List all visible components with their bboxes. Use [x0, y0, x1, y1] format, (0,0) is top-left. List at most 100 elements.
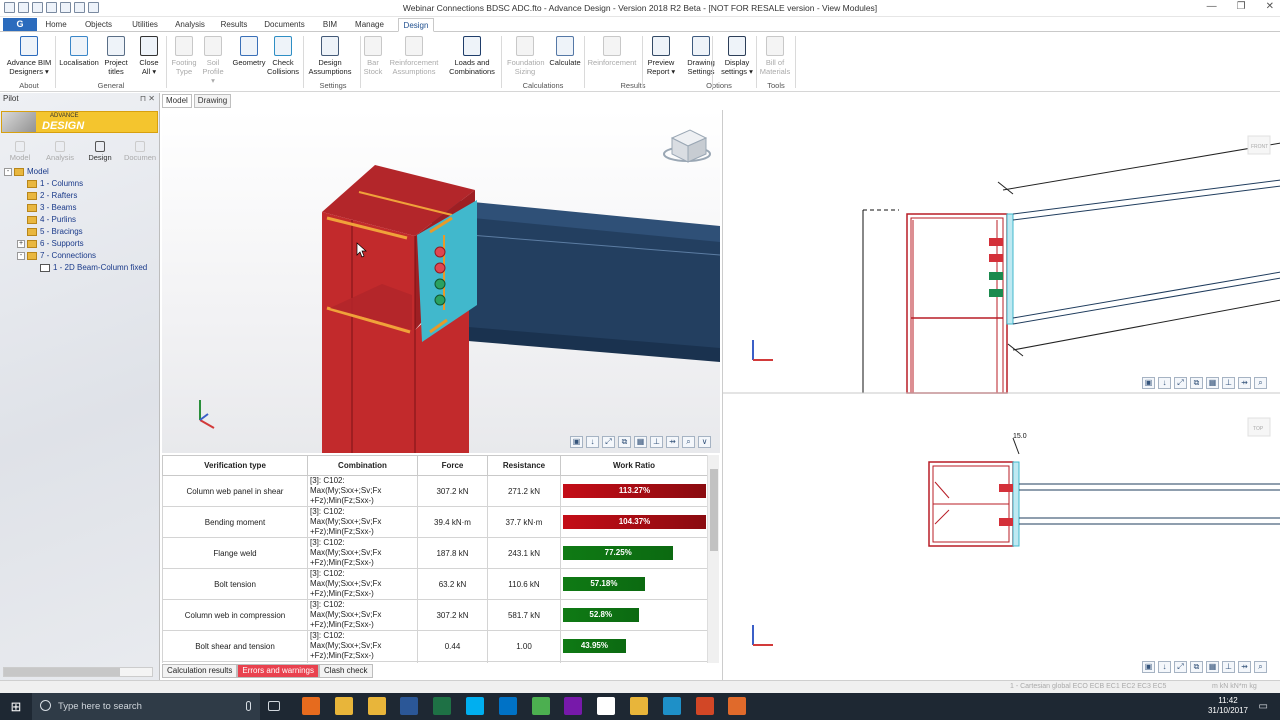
tab-manage[interactable]: Manage	[352, 18, 387, 32]
restore-icon[interactable]: ❐	[1237, 1, 1246, 12]
tab-utilities[interactable]: Utilities	[126, 18, 164, 32]
column-header-resistance[interactable]: Resistance	[487, 455, 561, 476]
tree-item[interactable]: 5 - Bracings	[17, 227, 83, 239]
ribbon-button-soil-profile[interactable]: Soil Profile ▾	[202, 36, 224, 85]
print-icon[interactable]: ▣	[570, 436, 583, 448]
print-icon[interactable]: ▣	[1142, 661, 1155, 673]
onenote-icon[interactable]	[564, 697, 582, 715]
table-row[interactable]: Bolt tension [3]: C102: Max(My;Sxx+;Sv;Fx…	[162, 568, 708, 600]
tree-item[interactable]: 1 - 2D Beam-Column fixed	[30, 263, 147, 275]
tab-errors-and-warnings[interactable]: Errors and warnings	[237, 664, 319, 678]
firefox-icon[interactable]	[302, 697, 320, 715]
pilot-tab-analysis[interactable]: Analysis	[40, 139, 80, 162]
expand-icon[interactable]: +	[17, 239, 25, 248]
minimize-icon[interactable]: —	[1207, 1, 1217, 12]
dimension-icon[interactable]: ⊥	[650, 436, 663, 448]
zoom-icon[interactable]: ⌕	[682, 436, 695, 448]
excel-icon[interactable]	[433, 697, 451, 715]
ribbon-button-calculate[interactable]: Calculate	[547, 36, 583, 67]
ribbon-button-reinforcement[interactable]: Reinforcement	[586, 36, 638, 67]
application-menu-button[interactable]: G	[3, 18, 37, 31]
ribbon-button-project-titles[interactable]: Project titles	[100, 36, 132, 76]
pilot-tab-model[interactable]: Model	[0, 139, 40, 162]
zoom-window-icon[interactable]: ⧉	[1190, 661, 1203, 673]
tab-bim[interactable]: BIM	[320, 18, 340, 32]
top-view-badge[interactable]: TOP	[1247, 417, 1271, 437]
notifications-icon[interactable]: ▭	[1259, 701, 1268, 712]
align-icon[interactable]: ⇸	[1238, 661, 1251, 673]
file-explorer-icon[interactable]	[335, 697, 353, 715]
align-icon[interactable]: ⇸	[666, 436, 679, 448]
ribbon-button-preview-report[interactable]: Preview Report ▾	[644, 36, 678, 76]
ribbon-button-footing-type[interactable]: Footing Type	[170, 36, 198, 76]
ribbon-button-reinforcement-assumptions[interactable]: Reinforcement Assumptions	[388, 36, 440, 76]
ribbon-button-foundation-sizing[interactable]: Foundation Sizing	[507, 36, 545, 76]
zoom-icon[interactable]: ⌕	[1254, 377, 1267, 389]
ribbon-button-geometry[interactable]: Geometry	[230, 36, 268, 67]
ribbon-button-advance-bim-designers[interactable]: Advance BIM Designers ▾	[4, 36, 54, 76]
windows-start-icon[interactable]: ⊞	[0, 693, 32, 720]
zoom-extents-icon[interactable]: ⤢	[1174, 661, 1187, 673]
ribbon-button-loads-and-combinations[interactable]: Loads and Combinations	[447, 36, 497, 76]
skype-icon[interactable]	[466, 697, 484, 715]
column-header-combination[interactable]: Combination	[307, 455, 418, 476]
advance-design-icon[interactable]	[728, 697, 746, 715]
tree-item[interactable]: - Model	[4, 167, 49, 179]
notes-icon[interactable]	[630, 697, 648, 715]
tree-item[interactable]: +6 - Supports	[17, 239, 84, 251]
pilot-tab-design[interactable]: Design	[80, 139, 120, 162]
table-row[interactable]: Flange weld [3]: C102: Max(My;Sxx+;Sv;Fx +…	[162, 537, 708, 569]
ribbon-button-bar-stock[interactable]: Bar Stock	[362, 36, 384, 76]
word-icon[interactable]	[400, 697, 418, 715]
tab-drawing[interactable]: Drawing	[193, 94, 232, 108]
tree-item[interactable]: 1 - Columns	[17, 179, 83, 191]
view-cube-icon[interactable]	[663, 129, 711, 163]
table-row[interactable]: Column web panel in shear [3]: C102: Max(…	[162, 475, 708, 507]
microphone-icon[interactable]	[246, 701, 251, 711]
task-view-icon[interactable]	[268, 701, 280, 711]
zoom-extents-icon[interactable]: ⤢	[602, 436, 615, 448]
ribbon-button-close-all[interactable]: Close All ▾	[138, 36, 160, 76]
tab-home[interactable]: Home	[42, 18, 70, 32]
zoom-extents-icon[interactable]: ⤢	[1174, 377, 1187, 389]
tab-model[interactable]: Model	[162, 94, 192, 108]
terminal-icon[interactable]	[597, 697, 615, 715]
taskbar-search-box[interactable]: Type here to search	[32, 693, 260, 720]
print-icon[interactable]: ▣	[1142, 377, 1155, 389]
tab-calculation-results[interactable]: Calculation results	[162, 664, 238, 678]
tab-documents[interactable]: Documents	[262, 18, 307, 32]
table-row[interactable]: Bolt and bearing[3]: C102: Max(My;Sxx+;S…	[162, 661, 708, 663]
ribbon-button-design-assumptions[interactable]: Design Assumptions	[307, 36, 353, 76]
dimension-icon[interactable]: ⊥	[1222, 661, 1235, 673]
outlook-icon[interactable]	[499, 697, 517, 715]
column-header-force[interactable]: Force	[417, 455, 488, 476]
table-row[interactable]: Column web in compression [3]: C102: Max(…	[162, 599, 708, 631]
tab-design[interactable]: Design	[398, 18, 434, 32]
drawing-view[interactable]: 15.0 FRONT TOP	[722, 110, 1280, 683]
tab-objects[interactable]: Objects	[82, 18, 115, 32]
powerpoint-icon[interactable]	[696, 697, 714, 715]
arrow-down-icon[interactable]: ↓	[586, 436, 599, 448]
arrow-down-icon[interactable]: ↓	[1158, 377, 1171, 389]
pilot-tab-documen[interactable]: Documen	[120, 139, 160, 162]
ribbon-button-bill-of-materials[interactable]: Bill of Materials	[758, 36, 792, 76]
model-3d-view[interactable]	[162, 110, 720, 453]
table-row[interactable]: Bending moment [3]: C102: Max(My;Sxx+;Sv;…	[162, 506, 708, 538]
arrow-down-icon[interactable]: ↓	[1158, 661, 1171, 673]
close-icon[interactable]: ✕	[1266, 1, 1274, 12]
tab-clash-check[interactable]: Clash check	[318, 664, 373, 678]
tree-item[interactable]: 3 - Beams	[17, 203, 76, 215]
ribbon-button-localisation[interactable]: Localisation	[58, 36, 100, 67]
frame-icon[interactable]: ▦	[1206, 377, 1219, 389]
front-view-badge[interactable]: FRONT	[1247, 135, 1271, 155]
results-vertical-scrollbar[interactable]	[707, 455, 719, 663]
snowflake-app-icon[interactable]	[663, 697, 681, 715]
column-header-work-ratio[interactable]: Work Ratio	[560, 455, 708, 476]
ribbon-button-check-collisions[interactable]: Check Collisions	[266, 36, 300, 76]
frame-icon[interactable]: ▦	[1206, 661, 1219, 673]
table-row[interactable]: Bolt shear and tension [3]: C102: Max(My;…	[162, 630, 708, 662]
store-icon[interactable]	[368, 697, 386, 715]
zoom-window-icon[interactable]: ⧉	[1190, 377, 1203, 389]
pilot-close-icon[interactable]: ⊓ ✕	[140, 94, 155, 103]
tree-item[interactable]: 4 - Purlins	[17, 215, 76, 227]
